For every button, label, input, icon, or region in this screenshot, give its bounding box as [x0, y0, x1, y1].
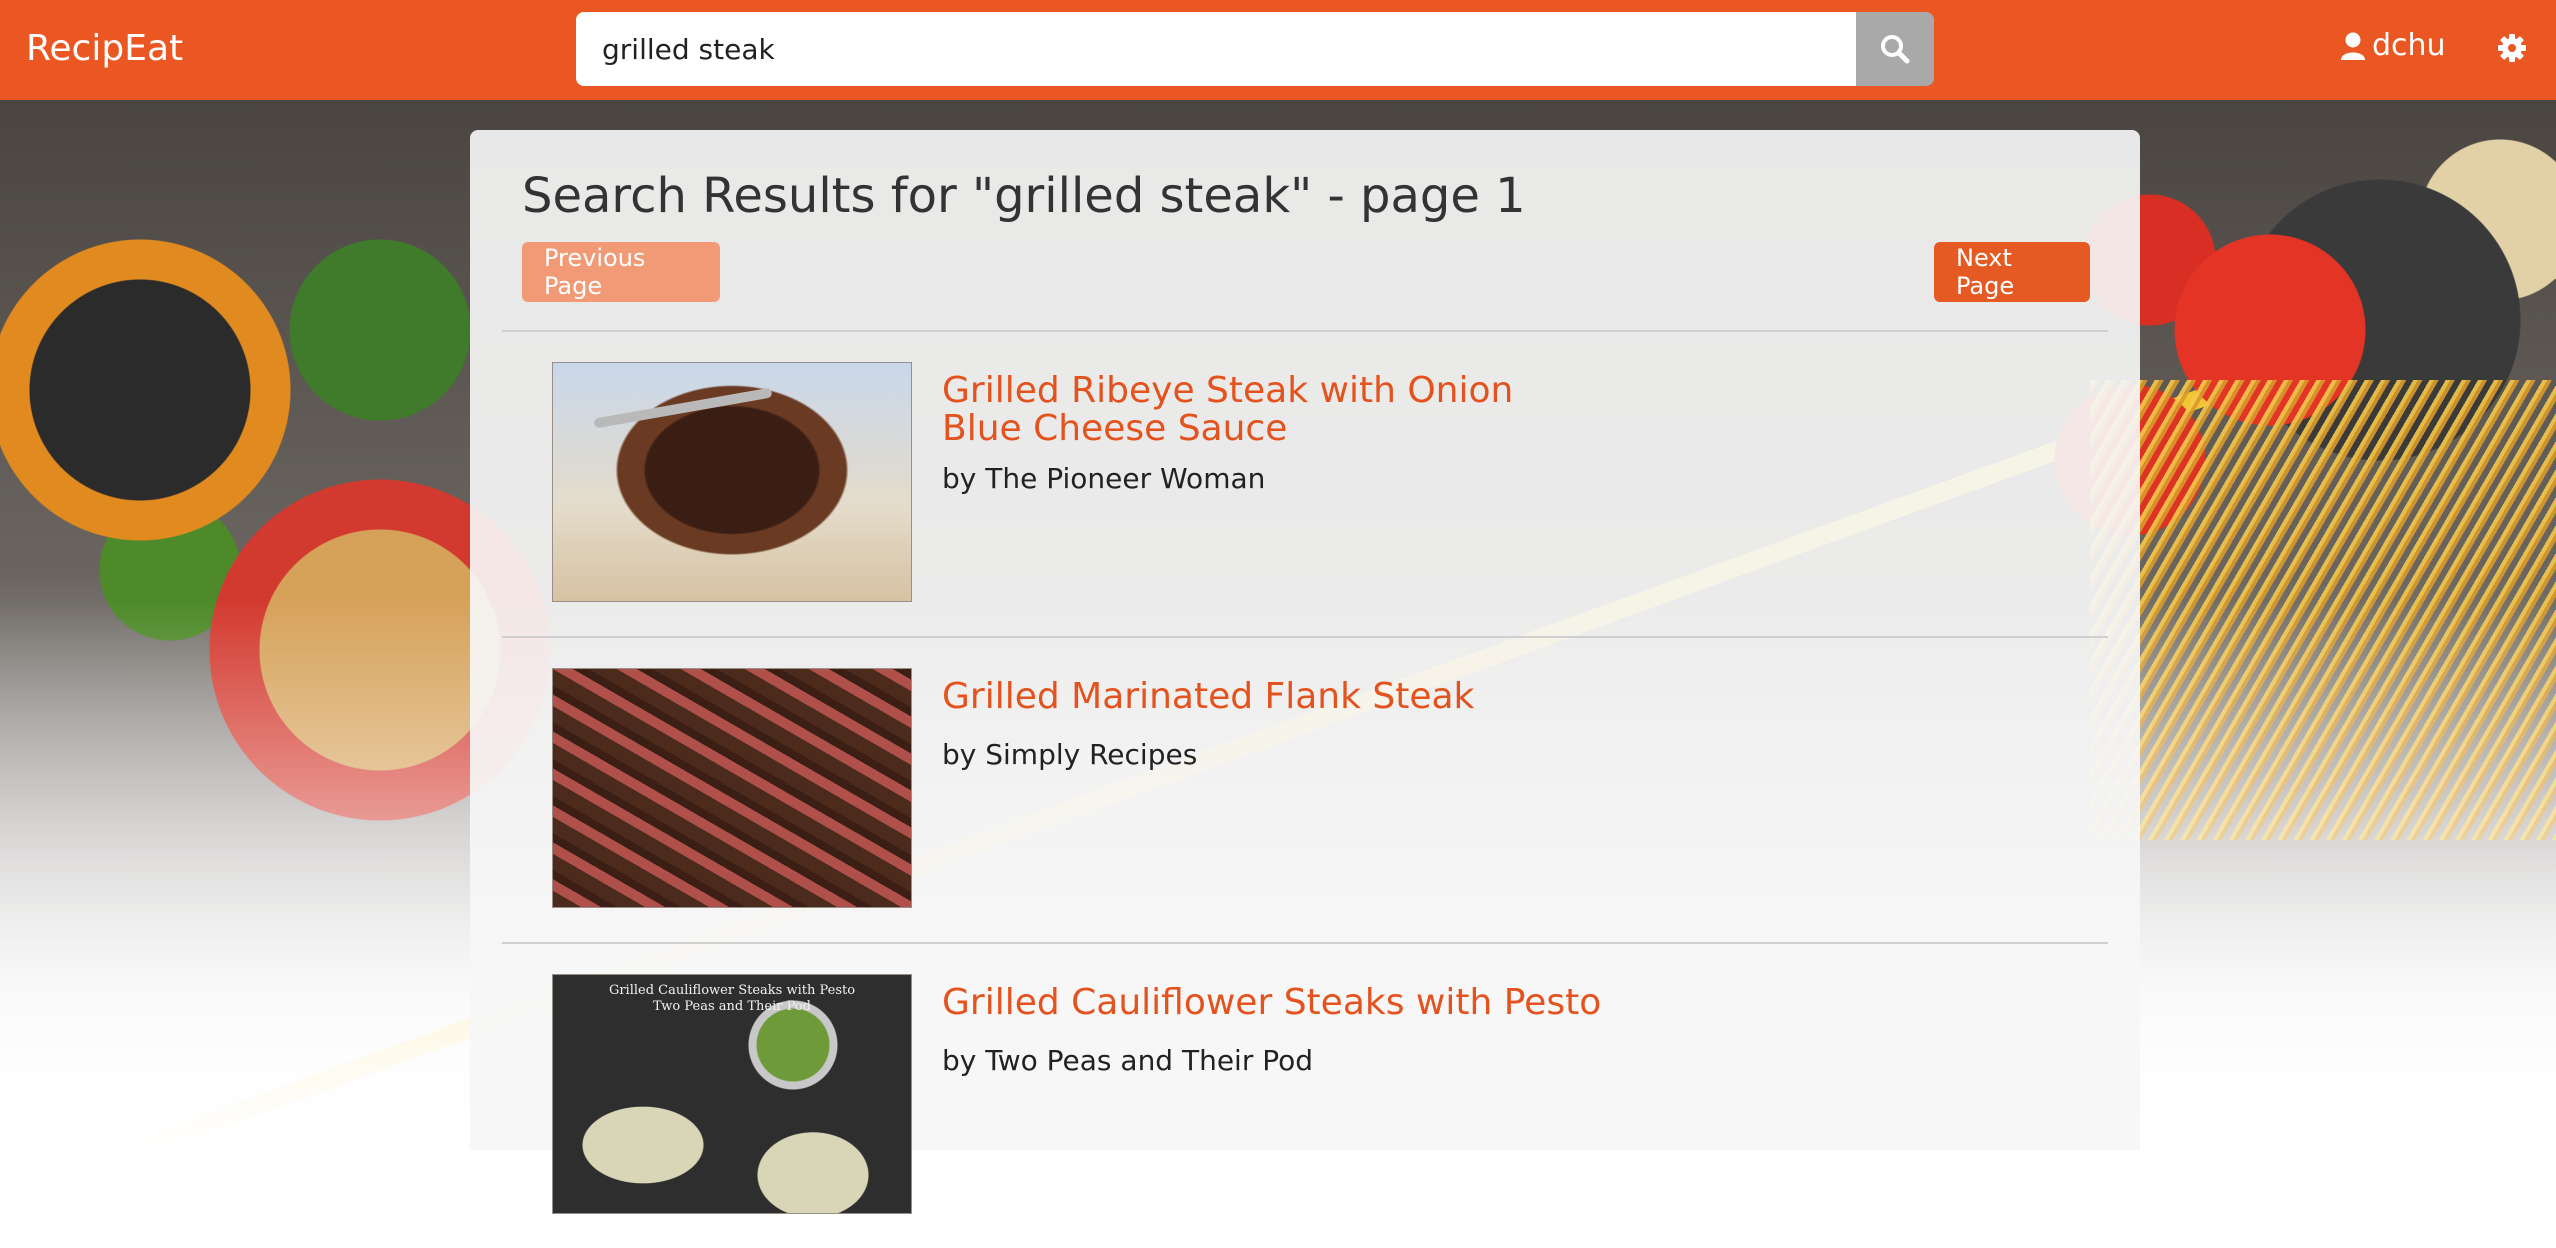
settings-button[interactable]	[2492, 28, 2532, 68]
user-icon	[2341, 32, 2365, 60]
page-title: Search Results for "grilled steak" - pag…	[522, 168, 1526, 224]
next-page-button[interactable]: Next Page	[1934, 242, 2090, 302]
image-caption: Grilled Cauliflower Steaks with Pesto Tw…	[608, 983, 856, 1014]
results-panel: Search Results for "grilled steak" - pag…	[470, 130, 2140, 1214]
username: dchu	[2372, 28, 2446, 63]
recipe-author: by Two Peas and Their Pod	[942, 1044, 1314, 1077]
search-bar	[576, 12, 1934, 86]
recipe-image[interactable]	[552, 362, 912, 602]
recipe-image[interactable]	[552, 668, 912, 908]
recipe-image[interactable]: Grilled Cauliflower Steaks with Pesto Tw…	[552, 974, 912, 1214]
recipe-title-link[interactable]: Grilled Ribeye Steak with Onion Blue Che…	[942, 372, 1602, 448]
list-item: Grilled Ribeye Steak with Onion Blue Che…	[502, 330, 2108, 636]
list-item: Grilled Marinated Flank Steak by Simply …	[502, 636, 2108, 942]
fork-graphic	[593, 387, 773, 429]
search-button[interactable]	[1856, 12, 1934, 86]
previous-page-button[interactable]: Previous Page	[522, 242, 720, 302]
search-input[interactable]	[576, 12, 1856, 86]
results-list: Grilled Ribeye Steak with Onion Blue Che…	[502, 330, 2108, 1248]
recipe-title-link[interactable]: Grilled Cauliflower Steaks with Pesto	[942, 984, 1602, 1022]
brand-logo[interactable]: RecipEat	[26, 28, 183, 69]
list-item: Grilled Cauliflower Steaks with Pesto Tw…	[502, 942, 2108, 1248]
search-icon	[1881, 35, 1910, 64]
user-menu[interactable]: dchu	[2340, 28, 2446, 63]
top-navbar: RecipEat dchu	[0, 0, 2556, 100]
recipe-author: by Simply Recipes	[942, 738, 1198, 771]
gear-icon	[2498, 34, 2526, 62]
recipe-author: by The Pioneer Woman	[942, 462, 1266, 495]
recipe-title-link[interactable]: Grilled Marinated Flank Steak	[942, 678, 1602, 716]
